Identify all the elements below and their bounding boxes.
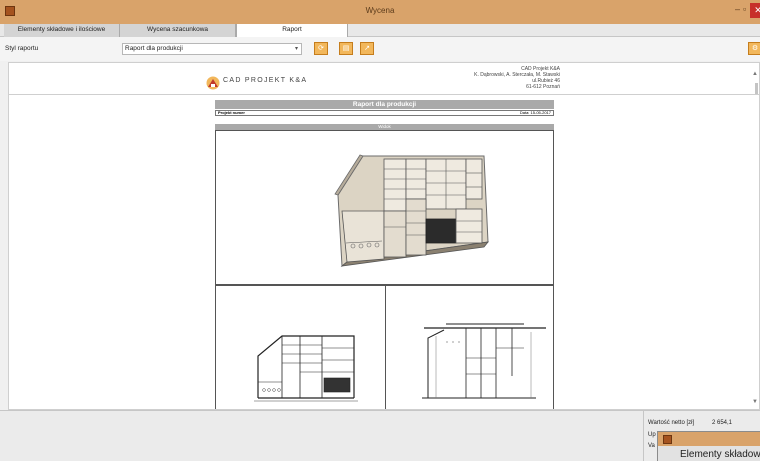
tab-wycena[interactable]: Wycena szacunkowa — [120, 24, 236, 37]
summary-divider — [643, 411, 644, 461]
summary-row-label: Up — [648, 432, 656, 438]
scrollbar-thumb[interactable] — [755, 83, 758, 94]
application-window: Wycena – ▫ ✕ Elementy składowe i ilościo… — [0, 0, 760, 461]
window-title: Wycena — [365, 6, 395, 15]
project-number-label: Projekt numer — [218, 110, 245, 115]
scroll-down-arrow[interactable]: ▼ — [752, 399, 758, 405]
export-icon: ↗ — [364, 45, 370, 52]
report-toolbar: Styl raportu Raport dla produkcji ▾ ⟳ ▤ … — [0, 37, 760, 61]
chevron-down-icon: ▾ — [294, 46, 298, 52]
secondary-tab-elementy[interactable]: Elementy składowe — [680, 449, 760, 460]
scroll-up-arrow[interactable]: ▲ — [752, 71, 758, 77]
report-style-value: Raport dla produkcji — [125, 45, 183, 52]
settings-button[interactable]: ⚙ — [748, 42, 760, 55]
report-preview[interactable]: ▲ ▼ CAD PROJEKT K&A CAD Projekt K&A K. D… — [8, 62, 760, 410]
front-view-drawing — [254, 335, 358, 402]
tab-elementy[interactable]: Elementy składowe i ilościowe — [4, 24, 120, 37]
header-divider — [9, 94, 759, 95]
refresh-button[interactable]: ⟳ — [314, 42, 328, 55]
app-icon — [663, 435, 672, 444]
side-view-drawing — [422, 323, 546, 399]
report-date: Data: 15-05-2017 — [520, 111, 551, 115]
tab-raport[interactable]: Raport — [236, 24, 348, 37]
minimize-button[interactable]: – — [735, 4, 740, 14]
report-style-dropdown[interactable]: Raport dla produkcji ▾ — [122, 43, 302, 55]
company-logo-text: CAD PROJEKT K&A — [223, 77, 308, 84]
secondary-title-bar[interactable] — [658, 432, 760, 446]
date-label: Data: — [519, 110, 530, 115]
date-value: 15-05-2017 — [530, 110, 551, 115]
close-button[interactable]: ✕ — [750, 3, 760, 18]
report-style-label: Styl raportu — [5, 45, 39, 52]
report-title: Raport dla produkcji — [215, 100, 554, 109]
report-meta-row: Projekt numer Data: 15-05-2017 — [215, 110, 554, 116]
maximize-button[interactable]: ▫ — [743, 4, 746, 14]
print-button[interactable]: ▤ — [339, 42, 353, 55]
wardrobe-3d-drawing — [334, 154, 489, 267]
furniture-3d-view — [215, 130, 554, 285]
title-bar[interactable]: Wycena – ▫ ✕ — [0, 0, 760, 24]
export-button[interactable]: ↗ — [360, 42, 374, 55]
company-logo-icon — [206, 76, 220, 90]
net-value-label: Wartość netto [zł] — [648, 420, 695, 426]
side-view-panel — [385, 285, 554, 409]
settings-icon: ⚙ — [751, 45, 759, 52]
net-value: 2 654,1 — [712, 420, 733, 426]
address-line: 61-612 Poznań — [526, 84, 560, 90]
tab-bar: Elementy składowe i ilościowe Wycena sza… — [0, 24, 760, 37]
summary-row-label: Va — [648, 443, 655, 449]
print-icon: ▤ — [342, 45, 350, 52]
summary-bar — [0, 410, 760, 461]
front-view-panel — [215, 285, 386, 409]
secondary-window[interactable]: Elementy składowe — [657, 431, 760, 461]
refresh-icon: ⟳ — [318, 45, 324, 52]
